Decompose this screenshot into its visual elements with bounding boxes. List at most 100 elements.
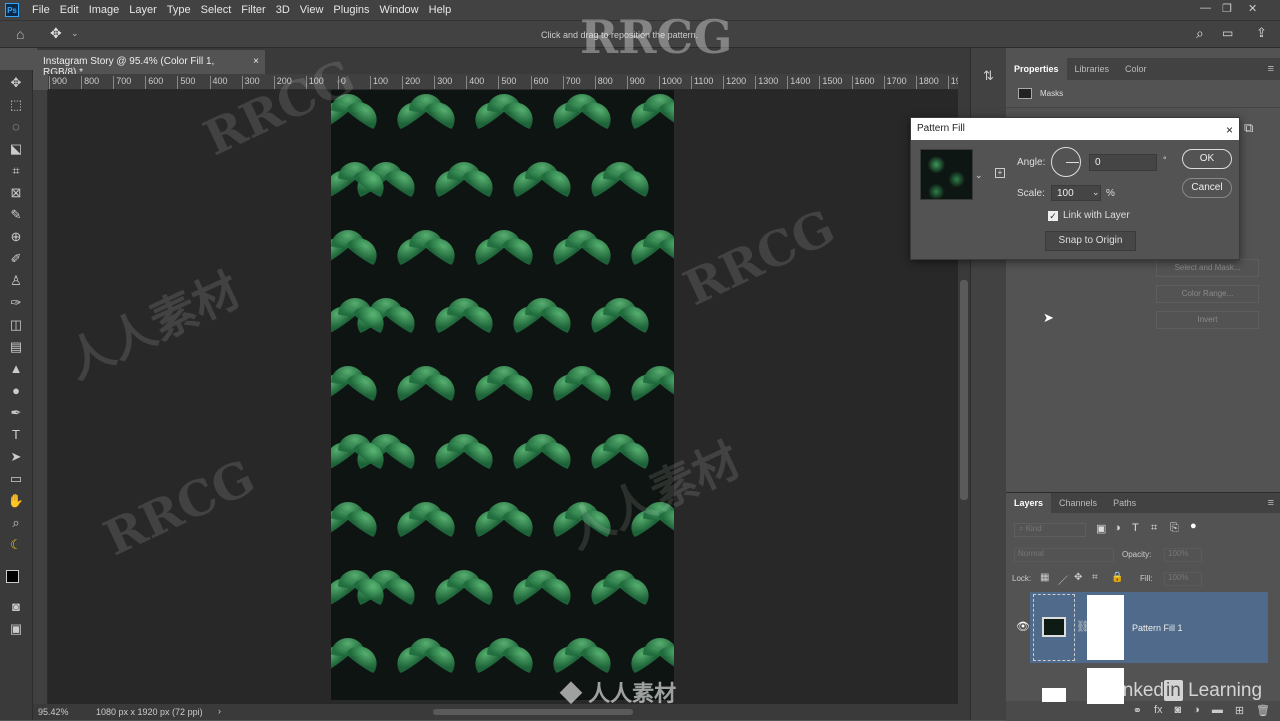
stamp-tool-icon[interactable]: ♙ bbox=[6, 272, 26, 290]
foreground-color-swatch[interactable] bbox=[6, 570, 19, 583]
new-layer-icon[interactable]: ⊞ bbox=[1235, 704, 1244, 718]
menu-help[interactable]: Help bbox=[424, 4, 457, 16]
lasso-tool-icon[interactable]: ◌ bbox=[6, 118, 26, 136]
angle-input[interactable]: 0 bbox=[1089, 154, 1157, 171]
ok-button[interactable]: OK bbox=[1182, 149, 1232, 169]
filter-pixel-icon[interactable]: ▣ bbox=[1096, 522, 1106, 535]
healing-tool-icon[interactable]: ⊕ bbox=[6, 228, 26, 246]
type-tool-icon[interactable]: T bbox=[6, 426, 26, 444]
layer-row[interactable]: 👁 ⛓ Pattern Fill 1 bbox=[1016, 592, 1268, 663]
invert-button[interactable]: Invert bbox=[1156, 311, 1259, 329]
eyedropper-tool-icon[interactable]: ✎ bbox=[6, 206, 26, 224]
lock-artboard-icon[interactable]: ⌗ bbox=[1092, 572, 1098, 583]
layer-mask-thumbnail[interactable] bbox=[1087, 595, 1124, 660]
opacity-input[interactable]: 100% bbox=[1164, 548, 1202, 562]
brush-tool-icon[interactable]: ✐ bbox=[6, 250, 26, 268]
color-range-button[interactable]: Color Range... bbox=[1156, 285, 1259, 303]
adjustment-layer-icon[interactable]: ◑ bbox=[1193, 704, 1200, 718]
close-window-icon[interactable]: ✕ bbox=[1248, 2, 1257, 15]
tab-properties[interactable]: Properties bbox=[1006, 58, 1067, 80]
tab-layers[interactable]: Layers bbox=[1006, 493, 1052, 513]
menu-filter[interactable]: Filter bbox=[236, 4, 270, 16]
history-panel-icon[interactable]: ⇅ bbox=[983, 68, 994, 84]
menu-window[interactable]: Window bbox=[375, 4, 424, 16]
eraser-tool-icon[interactable]: ◫ bbox=[6, 316, 26, 334]
quick-mask-icon[interactable]: ◙ bbox=[6, 598, 26, 616]
menu-file[interactable]: File bbox=[27, 4, 55, 16]
filter-type-icon[interactable]: T bbox=[1132, 522, 1139, 534]
gradient-tool-icon[interactable]: ▤ bbox=[6, 338, 26, 356]
menu-plugins[interactable]: Plugins bbox=[328, 4, 374, 16]
lock-pixels-icon[interactable]: ／ bbox=[1058, 572, 1068, 587]
move-tool-icon[interactable]: ✥ bbox=[50, 25, 62, 42]
menu-3d[interactable]: 3D bbox=[271, 4, 295, 16]
link-with-layer-checkbox[interactable]: ✓ bbox=[1048, 211, 1058, 221]
lock-position-icon[interactable]: ✥ bbox=[1074, 572, 1082, 583]
select-and-mask-button[interactable]: Select and Mask... bbox=[1156, 259, 1259, 277]
tab-paths[interactable]: Paths bbox=[1105, 498, 1144, 508]
menu-view[interactable]: View bbox=[295, 4, 329, 16]
filter-toggle-icon[interactable]: ● bbox=[1190, 520, 1197, 532]
marquee-tool-icon[interactable]: ⬚ bbox=[6, 96, 26, 114]
filter-kind-select[interactable]: ⌕ Kind bbox=[1014, 523, 1086, 537]
home-icon[interactable]: ⌂ bbox=[16, 26, 24, 42]
lock-transparent-icon[interactable]: ▦ bbox=[1040, 572, 1049, 583]
menu-select[interactable]: Select bbox=[196, 4, 237, 16]
restore-icon[interactable]: ❐ bbox=[1222, 2, 1232, 15]
tab-channels[interactable]: Channels bbox=[1051, 498, 1105, 508]
filter-smart-object-icon[interactable]: ⎘ bbox=[1170, 522, 1179, 535]
zoom-tool-icon[interactable]: ⌕ bbox=[6, 514, 26, 532]
crop-tool-icon[interactable]: ⌗ bbox=[6, 162, 26, 180]
pattern-picker-swatch[interactable] bbox=[920, 149, 973, 200]
tab-libraries[interactable]: Libraries bbox=[1067, 64, 1118, 74]
panel-menu-icon[interactable]: ≡ bbox=[1268, 63, 1274, 75]
tab-color[interactable]: Color bbox=[1117, 64, 1155, 74]
share-icon[interactable]: ⇪ bbox=[1256, 25, 1267, 41]
pattern-fill-image[interactable] bbox=[331, 90, 674, 700]
layers-menu-icon[interactable]: ≡ bbox=[1268, 497, 1274, 509]
dialog-close-icon[interactable]: × bbox=[1226, 123, 1233, 137]
link-with-layer-label[interactable]: Link with Layer bbox=[1063, 210, 1130, 221]
close-tab-icon[interactable]: × bbox=[253, 56, 259, 68]
workspace-icon[interactable]: ▭ bbox=[1222, 26, 1233, 40]
frame-tool-icon[interactable]: ⊠ bbox=[6, 184, 26, 202]
add-mask-icon[interactable]: ◙ bbox=[1175, 704, 1182, 718]
object-select-tool-icon[interactable]: ⬕ bbox=[6, 140, 26, 158]
fx-icon[interactable]: fx bbox=[1154, 704, 1163, 718]
search-icon[interactable]: ⌕ bbox=[1196, 25, 1204, 42]
pen-tool-icon[interactable]: ✒ bbox=[6, 404, 26, 422]
chevron-down-icon[interactable]: ⌄ bbox=[71, 28, 79, 39]
lock-all-icon[interactable]: 🔒 bbox=[1111, 572, 1123, 583]
pattern-dropdown-icon[interactable]: ⌄ bbox=[975, 170, 983, 181]
history-brush-icon[interactable]: ✑ bbox=[6, 294, 26, 312]
minimize-icon[interactable]: — bbox=[1200, 2, 1211, 14]
menu-edit[interactable]: Edit bbox=[55, 4, 84, 16]
add-vector-mask-icon[interactable]: ⧉ bbox=[1244, 120, 1253, 136]
menu-layer[interactable]: Layer bbox=[124, 4, 162, 16]
zoom-level[interactable]: 95.42% bbox=[38, 707, 69, 717]
path-select-icon[interactable]: ➤ bbox=[6, 448, 26, 466]
dodge-tool-icon[interactable]: ● bbox=[6, 382, 26, 400]
edit-toolbar-icon[interactable]: ☾ bbox=[6, 536, 26, 554]
angle-dial[interactable] bbox=[1051, 147, 1081, 177]
visibility-eye-icon[interactable]: 👁 bbox=[1016, 620, 1030, 633]
blend-mode-select[interactable]: Normal bbox=[1014, 548, 1114, 562]
document-tab[interactable]: Instagram Story @ 95.4% (Color Fill 1, R… bbox=[37, 50, 265, 78]
menu-type[interactable]: Type bbox=[162, 4, 196, 16]
new-group-icon[interactable]: ▬ bbox=[1212, 704, 1223, 718]
scale-dropdown-icon[interactable]: ⌄ bbox=[1092, 187, 1100, 198]
cancel-button[interactable]: Cancel bbox=[1182, 178, 1232, 198]
move-tool-icon[interactable]: ✥ bbox=[6, 74, 26, 92]
blur-tool-icon[interactable]: ▲ bbox=[6, 360, 26, 378]
snap-to-origin-button[interactable]: Snap to Origin bbox=[1045, 231, 1136, 251]
status-arrow-icon[interactable]: › bbox=[218, 706, 221, 716]
delete-layer-icon[interactable]: 🗑 bbox=[1256, 704, 1270, 718]
layer-name[interactable]: Pattern Fill 1 bbox=[1132, 623, 1183, 633]
hand-tool-icon[interactable]: ✋ bbox=[6, 492, 26, 510]
rectangle-tool-icon[interactable]: ▭ bbox=[6, 470, 26, 488]
link-layers-icon[interactable]: ⚭ bbox=[1133, 704, 1142, 718]
screen-mode-icon[interactable]: ▣ bbox=[6, 620, 26, 638]
filter-adjustment-icon[interactable]: ◑ bbox=[1114, 522, 1121, 534]
new-preset-icon[interactable]: + bbox=[995, 168, 1005, 178]
fill-input[interactable]: 100% bbox=[1164, 572, 1202, 586]
